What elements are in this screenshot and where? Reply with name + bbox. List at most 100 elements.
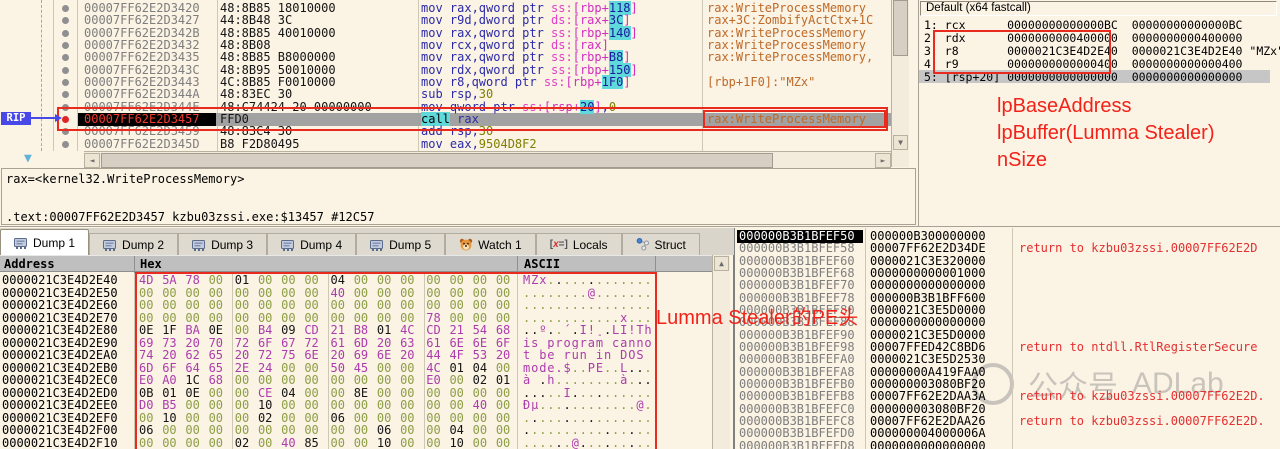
stack-value: 0000000000000000	[870, 440, 986, 449]
hscroll-thumb[interactable]	[101, 153, 773, 168]
instruction-text: mov eax,9504D8F2	[421, 138, 537, 150]
stack-row[interactable]: 000000B3B1BFEF68 0000000000001000	[0, 267, 1280, 280]
disasm-row[interactable]: 00007FF62E2D345DB8 F2D80495mov eax,9504D…	[0, 138, 891, 151]
stack-row[interactable]: 000000B3B1BFEFD0 000000004000006A	[0, 427, 1280, 440]
rip-address[interactable]: 00007FF62E2D3457	[78, 113, 216, 126]
instruction-address: 00007FF62E2D3432	[84, 39, 200, 51]
breakpoint-dot[interactable]	[62, 42, 69, 49]
breakpoint-dot[interactable]	[62, 79, 69, 86]
breakpoint-dot[interactable]	[62, 54, 69, 61]
instruction-text: mov rax,qword ptr ss:[rbp+118]	[421, 2, 638, 14]
annotation-lpbaseaddress: lpBaseAddress	[997, 93, 1132, 120]
stack-comment: return to kzbu03zssi.00007FF62E2D.	[1019, 390, 1265, 402]
argument-row[interactable]: 2: rdx 0000000000400000 0000000000400000	[924, 32, 1243, 44]
argument-row[interactable]: 3: r8 0000021C3E4D2E40 0000021C3E4D2E40 …	[924, 45, 1280, 57]
stack-address: 000000B3B1BFEFD8	[739, 440, 855, 449]
instruction-text: mov r9d,dword ptr ds:[rax+3C]	[421, 14, 631, 26]
scroll-right-button[interactable]: ►	[875, 153, 891, 168]
instruction-bytes: 4C:8B85 F0010000	[220, 76, 336, 88]
stack-row[interactable]: 000000B3B1BFEFC800007FF62E2DAA26return t…	[0, 415, 1280, 428]
instruction-bytes: 48:8B08	[220, 39, 271, 51]
stack-address: 000000B3B1BFEFB0	[739, 378, 855, 390]
instruction-text: call rax	[421, 113, 479, 125]
breakpoint-dot[interactable]	[62, 141, 69, 148]
argument-row[interactable]: 5: [rsp+20] 0000000000000000 00000000000…	[924, 71, 1243, 83]
breakpoint-dot[interactable]	[62, 91, 69, 98]
stack-value: 00000000A419FAA0	[870, 366, 986, 378]
argument-row[interactable]: 1: rcx 00000000000000BC 00000000000000BC	[924, 19, 1243, 31]
instruction-address: 00007FF62E2D342B	[84, 27, 200, 39]
stack-comment: return to kzbu03zssi.00007FF62E2D.	[1019, 415, 1265, 427]
instruction-text: mov rdx,qword ptr ss:[rbp+150]	[421, 64, 638, 76]
breakpoint-dot-active[interactable]	[62, 116, 69, 123]
stack-address: 000000B3B1BFEF98	[739, 341, 855, 353]
stack-row[interactable]: 000000B3B1BFEFA800000000A419FAA0	[0, 366, 1280, 379]
stack-address: 000000B3B1BFEF78	[739, 292, 855, 304]
registers-splitter[interactable]	[918, 0, 919, 227]
stack-address: 000000B3B1BFEF70	[739, 279, 855, 291]
instruction-comment: [rbp+1F0]:"MZx"	[707, 76, 815, 88]
stack-address: 000000B3B1BFEFB8	[739, 390, 855, 402]
stack-value: 0000021C3E5D2530	[870, 353, 986, 365]
instruction-text: sub rsp,30	[421, 88, 493, 100]
stack-row[interactable]: 000000B3B1BFEFD8 0000000000000000	[0, 440, 1280, 449]
breakpoint-dot[interactable]	[62, 67, 69, 74]
argument-row[interactable]: 4: r9 0000000000000400 0000000000000400	[924, 58, 1243, 70]
instruction-address: 00007FF62E2D3459	[84, 125, 200, 137]
stack-row[interactable]: 000000B3B1BFEF70 0000000000000000	[0, 279, 1280, 292]
info-rax-line: rax=<kernel32.WriteProcessMemory>	[6, 172, 244, 186]
rip-arrow-icon	[55, 114, 62, 122]
disasm-hscrollbar[interactable]: ◄ ►	[84, 151, 891, 168]
stack-value: 0000000000000000	[870, 316, 986, 328]
stack-value: 0000000000001000	[870, 267, 986, 279]
stack-row[interactable]: 000000B3B1BFEF880000000000000000	[0, 316, 1280, 329]
instruction-address: 00007FF62E2D3420	[84, 2, 200, 14]
breakpoint-dot[interactable]	[62, 104, 69, 111]
instruction-address: 00007FF62E2D3427	[84, 14, 200, 26]
annotation-lpbuffer: lpBuffer(Lumma Stealer)	[997, 120, 1215, 147]
breakpoint-dot[interactable]	[62, 30, 69, 37]
stack-row[interactable]: 000000B3B1BFEF800000021C3E5D0000	[0, 304, 1280, 317]
scroll-left-button[interactable]: ◄	[84, 153, 100, 168]
stack-value: 000000B300000000	[870, 230, 986, 242]
stack-row[interactable]: 000000B3B1BFEF60 0000021C3E320000	[0, 255, 1280, 268]
instruction-bytes: 48:8B85 18010000	[220, 2, 336, 14]
stack-address: 000000B3B1BFEFA0	[739, 353, 855, 365]
horizontal-splitter[interactable]	[0, 226, 1280, 227]
instruction-bytes: 48:83C4 30	[220, 125, 292, 137]
stack-address: 000000B3B1BFEFD0	[739, 427, 855, 439]
stack-value: 0000021C3E5D0000	[870, 329, 986, 341]
stack-value: 0000021C3E320000	[870, 255, 986, 267]
disasm-vscrollbar[interactable]: ▼	[891, 0, 909, 167]
stack-address: 000000B3B1BFEF60	[739, 255, 855, 267]
breakpoint-dot[interactable]	[62, 5, 69, 12]
stack-address: 000000B3B1BFEFC0	[739, 403, 855, 415]
instruction-comment: rax:WriteProcessMemory	[707, 2, 866, 14]
stack-value: 00007FF62E2D34DE	[870, 242, 986, 254]
breakpoint-dot[interactable]	[62, 128, 69, 135]
stack-row[interactable]: 000000B3B1BFEF5800007FF62E2D34DEreturn t…	[0, 242, 1280, 255]
dump-vscrollbar[interactable]: ▲	[712, 255, 730, 449]
breakpoint-dot[interactable]	[62, 17, 69, 24]
stack-row[interactable]: 000000B3B1BFEFA0 0000021C3E5D2530	[0, 353, 1280, 366]
stack-value: 0000021C3E5D0000	[870, 304, 986, 316]
instruction-address: 00007FF62E2D3443	[84, 76, 200, 88]
scroll-up-button[interactable]: ▲	[714, 256, 729, 271]
stack-row[interactable]: 000000B3B1BFEF9800007FFED42C8BD6return t…	[0, 341, 1280, 354]
rip-arrow-line	[31, 117, 57, 119]
stack-row[interactable]: 000000B3B1BFEF78 000000B3B1BFF600	[0, 292, 1280, 305]
instruction-comment: rax+3C:ZombifyActCtx+1C	[707, 14, 873, 26]
scroll-down-button[interactable]: ▼	[893, 135, 908, 150]
instruction-text: mov rcx,qword ptr ds:[rax]	[421, 39, 609, 51]
calling-convention-select[interactable]: Default (x64 fastcall)	[920, 1, 1277, 16]
vscroll-thumb[interactable]	[893, 0, 908, 56]
stack-comment: return to kzbu03zssi.00007FF62E2D	[1019, 242, 1257, 254]
stack-value: 0000000000000000	[870, 279, 986, 291]
instruction-bytes: 48:8B85 40010000	[220, 27, 336, 39]
stack-row[interactable]: 000000B3B1BFEFB800007FF62E2DAA3Areturn t…	[0, 390, 1280, 403]
stack-value: 000000004000006A	[870, 427, 986, 439]
instruction-address: 00007FF62E2D345D	[84, 138, 200, 150]
stack-value: 000000B3B1BFF600	[870, 292, 986, 304]
stack-address: 000000B3B1BFEF68	[739, 267, 855, 279]
annotation-pe-header: Lumma Stealer的PE头	[656, 305, 858, 332]
